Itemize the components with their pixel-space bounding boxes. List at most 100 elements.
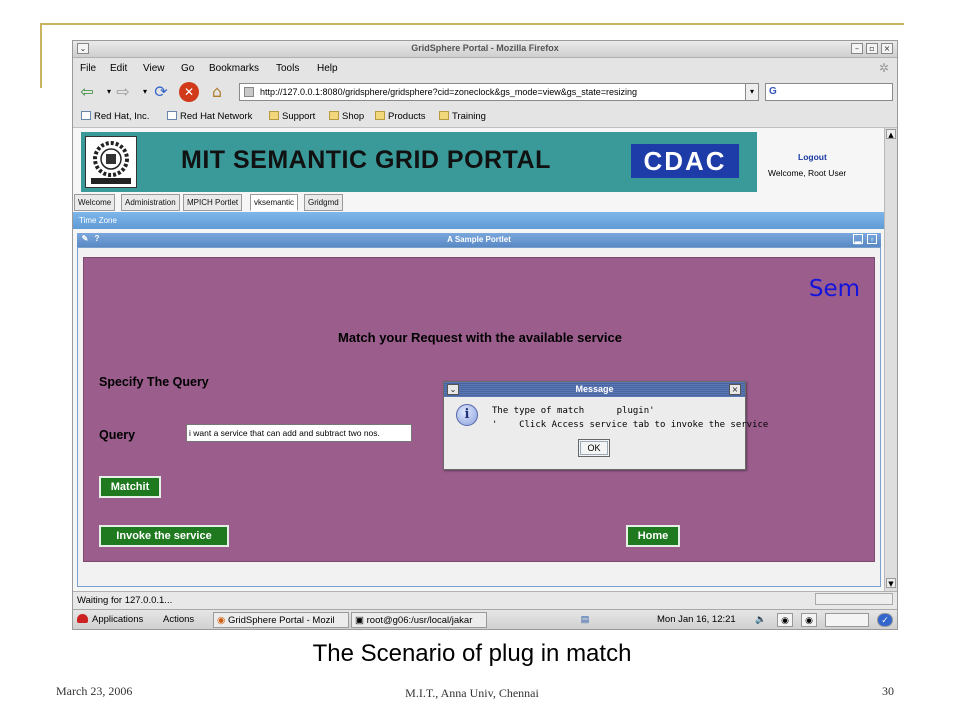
page-favicon-icon bbox=[244, 87, 254, 97]
menu-edit[interactable]: Edit bbox=[110, 63, 127, 74]
window-title: GridSphere Portal - Mozilla Firefox bbox=[411, 43, 559, 53]
dialog-title: Message bbox=[575, 384, 614, 394]
info-icon: i bbox=[456, 404, 478, 426]
back-icon[interactable]: ⇦ bbox=[77, 82, 97, 102]
update-check-icon[interactable]: ✓ bbox=[877, 613, 893, 627]
fedora-hat-icon bbox=[77, 614, 88, 623]
bookmark-support[interactable]: Support bbox=[269, 111, 315, 122]
dialog-close-icon[interactable]: × bbox=[729, 384, 741, 395]
applications-menu[interactable]: Applications bbox=[77, 612, 143, 628]
slide-left-rule bbox=[40, 23, 42, 88]
query-label: Query bbox=[99, 428, 136, 442]
folder-icon bbox=[375, 111, 385, 120]
firefox-icon: ◉ bbox=[217, 615, 228, 626]
folder-icon bbox=[439, 111, 449, 120]
bookmark-training[interactable]: Training bbox=[439, 111, 486, 122]
gear-seal-icon bbox=[91, 141, 131, 184]
workspace-switcher[interactable] bbox=[825, 613, 869, 627]
folder-icon bbox=[269, 111, 279, 120]
stop-icon[interactable]: ✕ bbox=[179, 82, 199, 102]
matchit-button[interactable]: Matchit bbox=[99, 476, 161, 498]
portlet-header: ✎ ? A Sample Portlet ▂ ▫ bbox=[77, 233, 881, 247]
tab-vksemantic[interactable]: vksemantic bbox=[250, 194, 299, 211]
slide-page-number: 30 bbox=[882, 684, 894, 698]
page-viewport: MIT SEMANTIC GRID PORTAL CDAC Logout Wel… bbox=[73, 128, 884, 591]
scroll-up-icon[interactable]: ▲ bbox=[886, 129, 896, 139]
specify-query-label: Specify The Query bbox=[99, 375, 209, 389]
window-titlebar: ⌄ GridSphere Portal - Mozilla Firefox – … bbox=[73, 41, 897, 58]
slide-organization: M.I.T., Anna Univ, Chennai bbox=[405, 686, 539, 700]
slide-top-rule bbox=[40, 23, 904, 25]
actions-menu[interactable]: Actions bbox=[163, 612, 194, 628]
subnav-time-zone[interactable]: Time Zone bbox=[79, 216, 117, 225]
minimize-icon[interactable]: – bbox=[851, 43, 863, 54]
vertical-scrollbar[interactable]: ▲ ▼ bbox=[884, 128, 897, 591]
menu-file[interactable]: File bbox=[80, 63, 96, 74]
cdac-logo: CDAC bbox=[631, 144, 739, 178]
bookmarks-toolbar: Red Hat, Inc. Red Hat Network Support Sh… bbox=[73, 106, 897, 128]
portal-title: MIT SEMANTIC GRID PORTAL bbox=[181, 146, 551, 174]
throbber-icon: ✲ bbox=[879, 61, 890, 75]
home-icon[interactable]: ⌂ bbox=[207, 82, 227, 102]
minimize-portlet-icon[interactable]: ▂ bbox=[853, 234, 863, 244]
tab-administration[interactable]: Administration bbox=[121, 194, 180, 211]
dialog-line-1: The type of match plugin' bbox=[492, 406, 655, 416]
desktop-taskbar: Applications Actions ◉ GridSphere Portal… bbox=[73, 609, 897, 629]
welcome-text: Welcome, Root User bbox=[768, 168, 847, 178]
maximize-icon[interactable]: ▫ bbox=[866, 43, 878, 54]
dialog-line-2: ' Click Access service tab to invoke the… bbox=[492, 420, 769, 430]
bookmark-products[interactable]: Products bbox=[375, 111, 426, 122]
clock[interactable]: Mon Jan 16, 12:21 bbox=[657, 612, 736, 628]
query-input[interactable]: i want a service that can add and subtra… bbox=[186, 424, 412, 442]
notification-icon[interactable]: ▤ bbox=[577, 613, 593, 627]
portal-banner: MIT SEMANTIC GRID PORTAL CDAC bbox=[81, 132, 757, 192]
dialog-menu-icon[interactable]: ⌄ bbox=[447, 384, 459, 395]
ok-button[interactable]: OK bbox=[578, 439, 610, 457]
task-firefox[interactable]: ◉ GridSphere Portal - Mozil bbox=[213, 612, 349, 628]
dialog-titlebar: ⌄ Message × bbox=[444, 382, 745, 397]
url-dropdown-icon[interactable]: ▾ bbox=[745, 83, 759, 101]
bookmark-red-hat-network[interactable]: Red Hat Network bbox=[167, 111, 252, 122]
menu-tools[interactable]: Tools bbox=[276, 63, 299, 74]
match-heading: Match your Request with the available se… bbox=[338, 330, 622, 345]
menu-go[interactable]: Go bbox=[181, 63, 194, 74]
browser-window: ⌄ GridSphere Portal - Mozilla Firefox – … bbox=[72, 40, 898, 630]
logout-link[interactable]: Logout bbox=[798, 152, 827, 162]
portal-tabs: Welcome Administration MPICH Portlet vks… bbox=[73, 194, 884, 211]
url-bar[interactable]: http://127.0.0.1:8080/gridsphere/gridsph… bbox=[239, 83, 759, 101]
volume-icon[interactable]: 🔈 bbox=[753, 613, 769, 627]
tray-firefox-icon[interactable]: ◉ bbox=[777, 613, 793, 627]
task-terminal[interactable]: ▣ root@g06:/usr/local/jakar bbox=[351, 612, 487, 628]
scroll-down-icon[interactable]: ▼ bbox=[886, 578, 896, 588]
home-button[interactable]: Home bbox=[626, 525, 680, 547]
menu-view[interactable]: View bbox=[143, 63, 165, 74]
message-dialog: ⌄ Message × i The type of match plugin' … bbox=[443, 381, 768, 470]
university-seal-logo bbox=[85, 136, 137, 188]
tab-gridgmd[interactable]: Gridgmd bbox=[304, 194, 343, 211]
corner-sem-text: Sem bbox=[808, 276, 860, 302]
reload-icon[interactable]: ⟳ bbox=[151, 82, 171, 102]
maximize-portlet-icon[interactable]: ▫ bbox=[867, 234, 877, 244]
subnav-bar: Time Zone bbox=[73, 212, 884, 229]
page-icon bbox=[81, 111, 91, 120]
tab-welcome[interactable]: Welcome bbox=[74, 194, 116, 211]
slide-caption: The Scenario of plug in match bbox=[312, 640, 632, 667]
menu-bookmarks[interactable]: Bookmarks bbox=[209, 63, 259, 74]
menu-help[interactable]: Help bbox=[317, 63, 338, 74]
terminal-icon: ▣ bbox=[355, 615, 367, 626]
close-icon[interactable]: × bbox=[881, 43, 893, 54]
search-box[interactable]: G bbox=[765, 83, 893, 101]
url-text: http://127.0.0.1:8080/gridsphere/gridsph… bbox=[260, 87, 637, 97]
menu-bar: File Edit View Go Bookmarks Tools Help ✲ bbox=[73, 59, 897, 79]
invoke-service-button[interactable]: Invoke the service bbox=[99, 525, 229, 547]
navigation-toolbar: ⇦ ▾ ⇨ ▾ ⟳ ✕ ⌂ http://127.0.0.1:8080/grid… bbox=[73, 79, 897, 105]
bookmark-shop[interactable]: Shop bbox=[329, 111, 364, 122]
tray-browser-icon[interactable]: ◉ bbox=[801, 613, 817, 627]
page-icon bbox=[167, 111, 177, 120]
google-search-icon: G bbox=[769, 86, 777, 97]
folder-icon bbox=[329, 111, 339, 120]
tab-mpich-portlet[interactable]: MPICH Portlet bbox=[183, 194, 243, 211]
forward-icon[interactable]: ⇨ bbox=[113, 82, 133, 102]
status-progress bbox=[815, 593, 893, 605]
bookmark-red-hat-inc[interactable]: Red Hat, Inc. bbox=[81, 111, 149, 122]
